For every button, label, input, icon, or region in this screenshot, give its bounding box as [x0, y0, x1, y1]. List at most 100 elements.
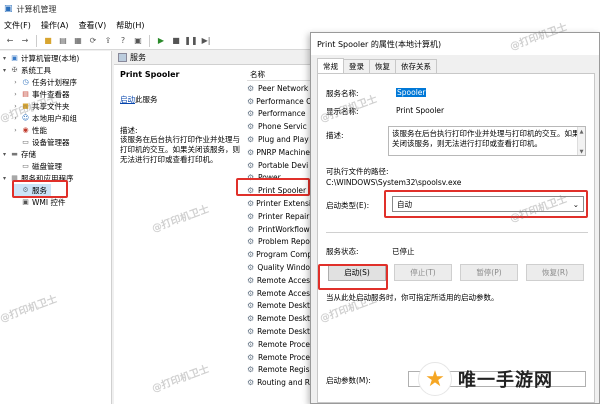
service-row[interactable]: ⚙ Remote Proce — [247, 351, 310, 364]
service-row[interactable]: ⚙ Remote Deskt — [247, 300, 310, 313]
service-row[interactable]: ⚙ Problem Repo — [247, 236, 310, 249]
service-row[interactable]: ⚙ Quality Windo — [247, 261, 310, 274]
service-row[interactable]: ⚙ PNRP Machine — [247, 146, 310, 159]
gear-icon: ⚙ — [247, 263, 255, 273]
tab-logon[interactable]: 登录 — [343, 59, 370, 73]
service-row-name: Problem Repo — [258, 237, 310, 247]
expand-arrow-icon[interactable]: › — [12, 79, 19, 86]
computer-icon: ▣ — [11, 54, 18, 62]
help-icon[interactable]: ? — [117, 35, 129, 47]
properties-icon[interactable]: ▦ — [72, 35, 84, 47]
collapse-arrow-icon[interactable]: ▾ — [1, 175, 8, 182]
console-icon[interactable]: ▣ — [132, 35, 144, 47]
back-arrow-icon[interactable]: ← — [4, 35, 16, 47]
menu-file[interactable]: 文件(F) — [4, 20, 31, 31]
service-row[interactable]: ⚙ Remote Deskt — [247, 312, 310, 325]
service-row[interactable]: ⚙ Performance C — [247, 95, 310, 108]
service-row[interactable]: ⚙ Phone Servic — [247, 120, 310, 133]
gear-icon: ⚙ — [247, 160, 255, 170]
tree-item-event-viewer[interactable]: › ▤ 事件查看器 — [12, 88, 70, 100]
service-row[interactable]: ⚙ Remote Acces — [247, 287, 310, 300]
pause-icon[interactable]: ❚❚ — [184, 35, 197, 47]
menu-help[interactable]: 帮助(H) — [116, 20, 144, 31]
tab-dependencies[interactable]: 依存关系 — [395, 59, 437, 73]
expand-arrow-icon[interactable]: › — [12, 103, 19, 110]
export-list-icon[interactable]: ⇪ — [102, 35, 114, 47]
users-icon: ☺ — [21, 114, 30, 122]
service-status-label: 服务状态: — [326, 247, 359, 256]
service-row[interactable]: ⚙ Remote Proce — [247, 338, 310, 351]
restart-icon[interactable]: ▶| — [200, 35, 212, 47]
resume-button[interactable]: 恢复(R) — [526, 264, 584, 281]
service-row-name: Plug and Play — [258, 135, 309, 145]
collapse-arrow-icon[interactable]: ▾ — [1, 55, 8, 62]
column-header-name[interactable]: 名称 — [247, 69, 310, 81]
service-row[interactable]: ⚙ PrintWorkflow — [247, 223, 310, 236]
gear-icon: ⚙ — [247, 288, 255, 298]
service-row[interactable]: ⚙ Printer Repair — [247, 210, 310, 223]
wmi-icon: ▣ — [22, 198, 29, 206]
gear-icon: ⚙ — [247, 301, 255, 311]
service-row[interactable]: ⚙ Remote Regis — [247, 364, 310, 377]
tree-item-task-scheduler[interactable]: › ◷ 任务计划程序 — [12, 76, 77, 88]
service-name-value[interactable]: Spooler — [396, 88, 427, 97]
service-row[interactable]: ⚙ Printer Extensi — [247, 197, 310, 210]
service-row[interactable]: ⚙ Routing and R — [247, 376, 310, 389]
service-row[interactable]: ⚙ Remote Deskt — [247, 325, 310, 338]
tree-item-shared-folders[interactable]: › ■ 共享文件夹 — [12, 100, 69, 112]
detail-start-line: 启动此服务 — [120, 94, 158, 105]
gear-icon: ⚙ — [247, 339, 255, 349]
play-icon[interactable]: ▶ — [155, 35, 167, 47]
collapse-arrow-icon[interactable]: ▾ — [1, 151, 8, 158]
tab-recovery[interactable]: 恢复 — [369, 59, 396, 73]
expand-arrow-icon[interactable]: › — [12, 91, 19, 98]
service-row[interactable]: ⚙ Peer Network — [247, 82, 310, 95]
service-row[interactable]: ⚙ Portable Devi — [247, 159, 310, 172]
service-row-name: Remote Deskt — [257, 301, 310, 311]
tree-item-performance[interactable]: › ◉ 性能 — [12, 124, 47, 136]
star-logo-icon: ★ — [418, 362, 452, 396]
folder-up-icon[interactable]: ■ — [42, 35, 54, 47]
expand-arrow-icon[interactable]: › — [12, 127, 19, 134]
tree-item-computer-management[interactable]: ▾ ▣ 计算机管理(本地) — [1, 52, 79, 64]
tree-item-device-manager[interactable]: ▭ 设备管理器 — [12, 136, 69, 148]
services-pane-title: 服务 — [130, 53, 146, 62]
tree-item-storage[interactable]: ▾ ▬ 存储 — [1, 148, 36, 160]
tree-item-label: 本地用户和组 — [32, 113, 77, 123]
service-row-name: Printer Extensi — [256, 199, 310, 209]
display-name-value[interactable]: Print Spooler — [396, 106, 444, 115]
refresh-icon[interactable]: ⟳ — [87, 35, 99, 47]
pause-button[interactable]: 暂停(P) — [460, 264, 518, 281]
stop-button[interactable]: 停止(T) — [394, 264, 452, 281]
service-row-name: PNRP Machine — [256, 147, 310, 157]
tree-item-local-users[interactable]: › ☺ 本地用户和组 — [12, 112, 77, 124]
service-row-name: Quality Windo — [257, 263, 310, 273]
collapse-arrow-icon[interactable]: ▾ — [1, 67, 8, 74]
stop-icon[interactable]: ■ — [170, 35, 182, 47]
description-textbox[interactable]: 该服务在后台执行打印作业并处理与打印机的交互。如果关闭该服务，则无法进行打印或查… — [388, 126, 586, 156]
forward-arrow-icon[interactable]: → — [19, 35, 31, 47]
menu-action[interactable]: 操作(A) — [41, 20, 69, 31]
start-service-link[interactable]: 启动 — [120, 95, 135, 104]
storage-icon: ▬ — [11, 150, 18, 158]
gear-icon: ⚙ — [247, 352, 255, 362]
tree-item-label: 任务计划程序 — [32, 77, 77, 87]
gear-icon: ⚙ — [247, 122, 255, 132]
service-row[interactable]: ⚙ Remote Acces — [247, 274, 310, 287]
service-row[interactable]: ⚙ Plug and Play — [247, 133, 310, 146]
tree-item-disk-management[interactable]: ▭ 磁盘管理 — [12, 160, 62, 172]
menu-view[interactable]: 查看(V) — [79, 20, 107, 31]
service-row[interactable]: ⚙ Program Comp — [247, 248, 310, 261]
console-tree: ▾ ▣ 计算机管理(本地) ▾ ✠ 系统工具 › ◷ 任务计划程序 › ▤ 事件… — [0, 51, 112, 404]
service-row-name: Phone Servic — [258, 122, 307, 132]
tab-general[interactable]: 常规 — [317, 58, 344, 73]
start-service-suffix: 此服务 — [135, 95, 158, 104]
show-pane-icon[interactable]: ▤ — [57, 35, 69, 47]
expand-arrow-icon[interactable]: › — [12, 115, 19, 122]
computer-management-icon: ▣ — [4, 4, 13, 14]
service-row[interactable]: ⚙ Performance — [247, 108, 310, 121]
tree-item-label: 事件查看器 — [32, 89, 70, 99]
description-scrollbar[interactable]: ▲ ▼ — [577, 127, 585, 155]
performance-icon: ◉ — [22, 126, 29, 134]
tree-item-system-tools[interactable]: ▾ ✠ 系统工具 — [1, 64, 51, 76]
